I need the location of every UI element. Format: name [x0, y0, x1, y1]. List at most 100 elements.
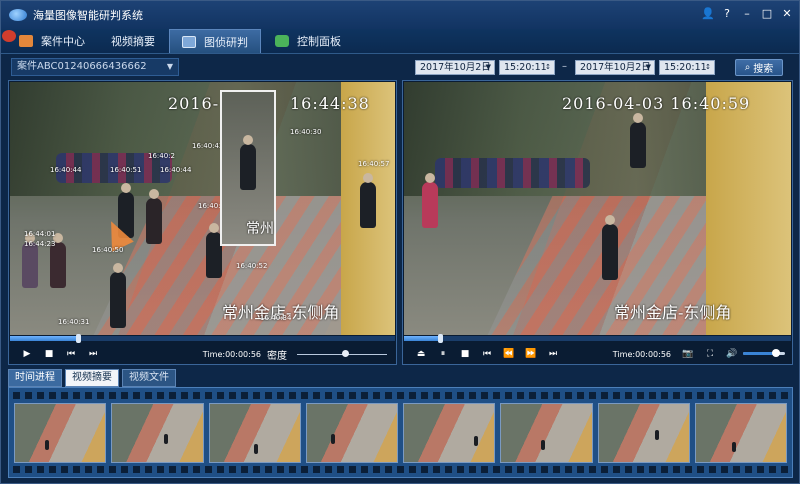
object-tag: 16:40:34 — [260, 314, 292, 322]
prev-icon[interactable]: ⏮ — [60, 346, 82, 362]
next-icon[interactable]: ⏭ — [542, 346, 564, 362]
person[interactable] — [602, 215, 618, 280]
filter-bar: 案件ABC01240666436662 ▼ 2017年10月2日 ▼ 15:20… — [1, 55, 799, 79]
start-time-input[interactable]: 15:20:11 ↕ — [499, 60, 555, 75]
left-player-controls: ▶ ■ ⏮ ⏭ Time:00:00:56 密度 — [10, 343, 395, 365]
end-date-select[interactable]: 2017年10月2日 ▼ — [575, 60, 655, 75]
object-tag: 16:40:44 — [50, 166, 82, 174]
object-tag: 16:40:31 — [58, 318, 90, 326]
stop-icon[interactable]: ■ — [454, 346, 476, 362]
fast-forward-icon[interactable]: ⏩ — [520, 346, 542, 362]
progress-knob[interactable] — [76, 334, 82, 343]
thumbnail-person — [474, 436, 478, 446]
summary-thumbnail[interactable] — [208, 403, 301, 463]
density-label: 密度 — [267, 350, 287, 362]
summary-thumbnail[interactable] — [305, 403, 398, 463]
thumbnail-person — [731, 442, 736, 452]
tab-label: 视频摘要 — [111, 35, 155, 48]
tab-control-panel[interactable]: 控制面板 — [263, 29, 353, 53]
next-icon[interactable]: ⏭ — [82, 346, 104, 362]
left-video-frame[interactable]: 2016- 16:44:38 常州金店-东侧角 16:40:44 16:40:2… — [10, 82, 395, 335]
object-tag: 16:44:23 — [24, 240, 56, 248]
volume-knob[interactable] — [771, 349, 780, 357]
tab-video-summary-strip[interactable]: 视频摘要 — [65, 369, 119, 387]
summary-thumbnail[interactable] — [14, 403, 107, 463]
summary-thumbnail[interactable] — [403, 403, 496, 463]
person[interactable] — [422, 173, 438, 228]
end-time-input[interactable]: 15:20:11 ↕ — [659, 60, 715, 75]
end-time-value: 15:20:11 — [664, 62, 707, 73]
object-tag: 16:40:51 — [110, 166, 142, 174]
start-time-value: 15:20:11 — [504, 62, 547, 73]
right-progress-bar[interactable] — [404, 334, 791, 343]
summary-thumbnail[interactable] — [694, 403, 787, 463]
scooters — [434, 157, 590, 189]
volume-fill — [743, 352, 775, 355]
film-perforation — [13, 392, 788, 399]
summary-thumbnail[interactable] — [597, 403, 690, 463]
search-label: 搜索 — [753, 64, 774, 75]
title-bar: 海量图像智能研判系统 👤 ? – □ ✕ — [1, 1, 799, 29]
maximize-icon[interactable]: □ — [761, 7, 773, 21]
pause-icon[interactable]: ⏸ — [432, 346, 454, 362]
video-summary-icon — [2, 30, 16, 42]
volume-icon[interactable]: 🔊 — [721, 346, 743, 362]
camera-icon[interactable]: 📷 — [677, 346, 699, 362]
progress-fill — [10, 336, 80, 341]
progress-knob[interactable] — [437, 334, 443, 343]
start-date-select[interactable]: 2017年10月2日 ▼ — [415, 60, 495, 75]
fullscreen-icon[interactable]: ⛶ — [699, 346, 721, 362]
osd-time: 16:44:38 — [290, 94, 370, 113]
chevron-down-icon: ▼ — [485, 63, 491, 71]
summary-thumbnail[interactable] — [111, 403, 204, 463]
app-window: 海量图像智能研判系统 👤 ? – □ ✕ 案件中心 视频摘要 图侦研判 控制面板 — [0, 0, 800, 484]
eject-icon[interactable]: ⏏ — [410, 346, 432, 362]
tab-timeline[interactable]: 时间进程 — [8, 369, 62, 387]
density-slider[interactable] — [293, 347, 391, 361]
rewind-icon[interactable]: ⏪ — [498, 346, 520, 362]
left-progress-bar[interactable] — [10, 334, 395, 343]
person[interactable] — [22, 233, 38, 288]
tab-video-summary[interactable]: 视频摘要 — [2, 29, 167, 53]
tab-label: 案件中心 — [41, 35, 85, 48]
density-knob[interactable] — [341, 350, 349, 357]
volume-slider[interactable] — [743, 347, 785, 361]
tab-case-center[interactable]: 案件中心 — [7, 29, 97, 53]
person[interactable] — [110, 263, 126, 328]
object-tag: 16:40:44 — [160, 166, 192, 174]
spinner-icon: ↕ — [545, 63, 551, 71]
search-button[interactable]: ⌕ 搜索 — [735, 59, 783, 76]
object-tag: 16:40:2 — [148, 152, 175, 160]
close-icon[interactable]: ✕ — [781, 7, 793, 21]
stop-icon[interactable]: ■ — [38, 346, 60, 362]
person[interactable] — [630, 113, 646, 168]
chevron-down-icon: ▼ — [645, 63, 651, 71]
person[interactable] — [360, 173, 376, 228]
range-separator: – — [562, 61, 567, 72]
search-icon: ⌕ — [744, 62, 751, 73]
tab-image-analysis[interactable]: 图侦研判 — [169, 29, 261, 53]
prev-icon[interactable]: ⏮ — [476, 346, 498, 362]
object-tag: 16:40:52 — [236, 262, 268, 270]
target-crop-box[interactable]: 常州 — [220, 90, 276, 246]
app-title: 海量图像智能研判系统 — [33, 9, 143, 22]
thumbnail-list — [14, 403, 787, 463]
object-tag: 16:40:57 — [358, 160, 390, 168]
spinner-icon: ↕ — [705, 63, 711, 71]
person[interactable] — [146, 189, 162, 244]
osd-date: 2016- — [168, 94, 220, 113]
object-tag: 16:40:42 — [192, 142, 224, 150]
film-strip — [8, 387, 793, 478]
case-select[interactable]: 案件ABC01240666436662 ▼ — [11, 58, 179, 76]
right-video-frame[interactable]: 2016-04-03 16:40:59 常州金店-东侧角 — [404, 82, 791, 335]
tab-video-files[interactable]: 视频文件 — [122, 369, 176, 387]
film-perforation — [13, 466, 788, 473]
minimize-icon[interactable]: – — [741, 7, 753, 21]
chevron-down-icon: ▼ — [166, 62, 173, 71]
user-icon[interactable]: 👤 — [701, 7, 715, 21]
control-panel-icon — [275, 35, 289, 47]
play-icon[interactable]: ▶ — [16, 346, 38, 362]
summary-thumbnail[interactable] — [500, 403, 593, 463]
help-icon[interactable]: ? — [721, 7, 733, 21]
person[interactable] — [50, 233, 66, 288]
